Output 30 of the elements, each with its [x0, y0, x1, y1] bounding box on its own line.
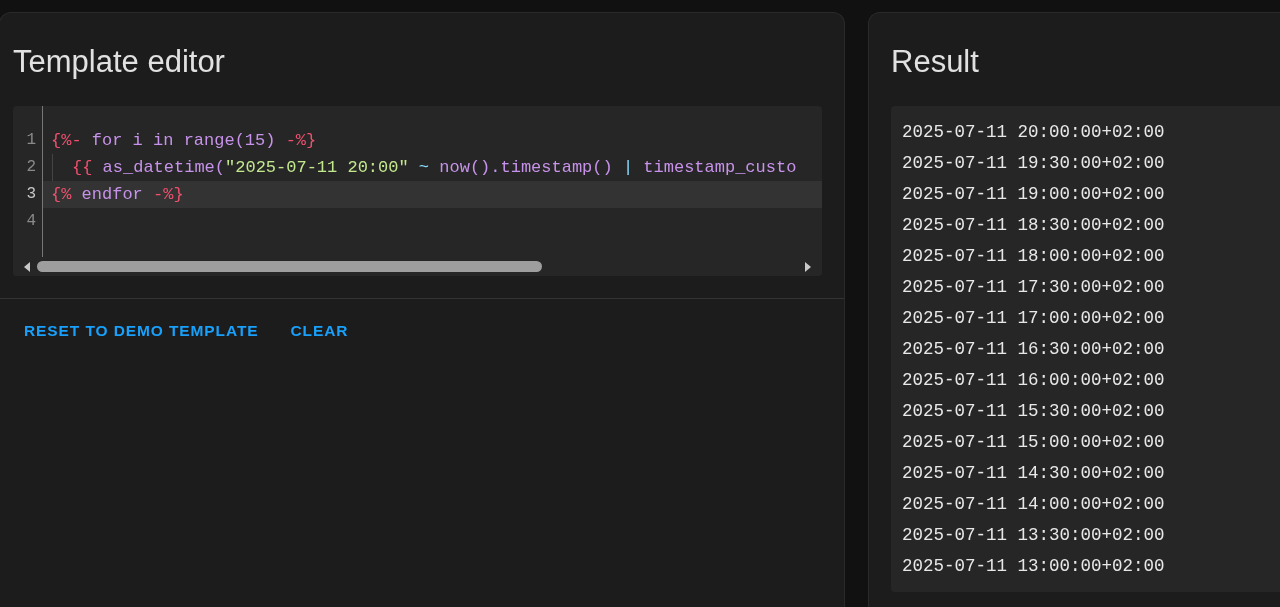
result-line: 2025-07-11 16:00:00+02:00 [902, 369, 1166, 392]
code-line: {{ as_datetime("2025-07-11 20:00" ~ now().timestamp() | timestamp_custo [72, 158, 797, 177]
scroll-left-icon[interactable] [23, 261, 31, 272]
result-line: 2025-07-11 15:30:00+02:00 [902, 400, 1166, 423]
code-line: {% endfor -%} [51, 185, 184, 204]
result-line: 2025-07-11 16:30:00+02:00 [902, 338, 1166, 361]
scroll-right-icon[interactable] [804, 261, 812, 272]
code-line: {%- for i in range(15) -%} [51, 131, 317, 150]
result-line: 2025-07-11 17:00:00+02:00 [902, 307, 1166, 330]
result-line: 2025-07-11 14:30:00+02:00 [902, 462, 1166, 485]
result-line: 2025-07-11 13:00:00+02:00 [902, 555, 1166, 578]
result-line: 2025-07-11 15:00:00+02:00 [902, 431, 1166, 454]
result-line: 2025-07-11 18:30:00+02:00 [902, 214, 1166, 237]
result-line: 2025-07-11 17:30:00+02:00 [902, 276, 1166, 299]
result-line: 2025-07-11 20:00:00+02:00 [902, 121, 1166, 144]
code-editor[interactable]: 1 2 3 4 {%- for i in range(15) -%} {{ as_datetime("2025-07-11 20:00" ~ now().timestamp() | timestamp_custo {% endfor -%} [13, 106, 822, 276]
result-line: 2025-07-11 13:30:00+02:00 [902, 524, 1166, 547]
result-line: 2025-07-11 14:00:00+02:00 [902, 493, 1166, 516]
text-button[interactable]: CLEAR [277, 318, 362, 344]
card-title: Template editor [12, 43, 226, 81]
result-line: 2025-07-11 18:00:00+02:00 [902, 245, 1166, 268]
card-title: Result [891, 43, 980, 81]
line-number: 2 [25, 157, 37, 178]
line-number: 1 [25, 130, 37, 151]
scrollbar-thumb[interactable] [37, 261, 542, 272]
text-button[interactable]: RESET TO DEMO TEMPLATE [11, 318, 272, 344]
result-line: 2025-07-11 19:00:00+02:00 [902, 183, 1166, 206]
line-number: 3 [25, 184, 37, 205]
line-number: 4 [25, 211, 37, 232]
result-line: 2025-07-11 19:30:00+02:00 [902, 152, 1166, 175]
